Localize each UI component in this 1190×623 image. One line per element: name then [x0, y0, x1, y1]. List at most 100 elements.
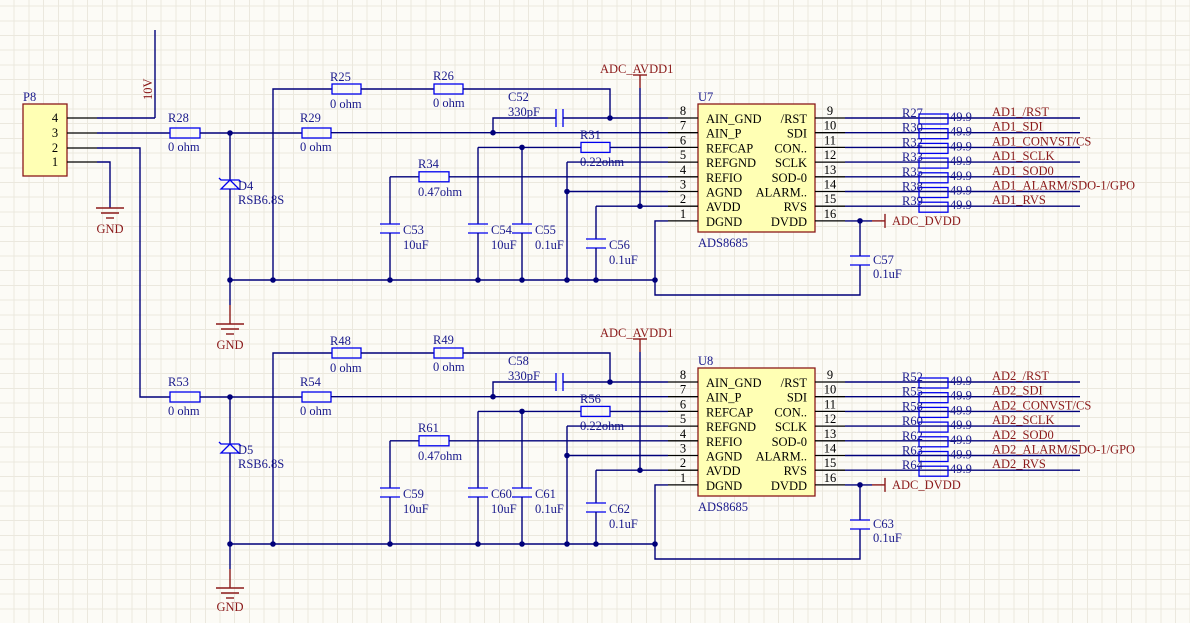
pin-number: 12 — [824, 148, 837, 162]
resistor-ref: R61 — [418, 421, 439, 435]
series-resistor: R27 49.9 AD1_/RST — [845, 105, 1080, 125]
pin-name: REFCAP — [706, 141, 753, 155]
net-label: AD2_RVS — [992, 457, 1046, 471]
resistor-body — [918, 392, 949, 404]
resistor-value: 49.9 — [950, 389, 972, 403]
resistor-value: 0 ohm — [300, 404, 332, 418]
net-label: AD1_/RST — [992, 105, 1049, 119]
pin-number: 16 — [824, 471, 837, 485]
pin-name: REFGND — [706, 156, 756, 170]
capacitor-ref: C56 — [609, 238, 630, 252]
resistor-ref: R63 — [902, 444, 923, 458]
capacitor-value: 0.1uF — [535, 502, 564, 516]
capacitor-ref: C59 — [403, 487, 424, 501]
pin-name: SDI — [787, 127, 807, 141]
resistor-ref: R49 — [433, 333, 454, 347]
resistor-value: 0 ohm — [433, 360, 465, 374]
resistor-body — [918, 113, 949, 125]
adc-channel-1: R28 0 ohm D4RSB6.8S GND R25 0 ohm R26 0 ohm R29 0… — [168, 62, 1135, 352]
junction-dot — [857, 482, 863, 488]
pin-number: 16 — [824, 207, 837, 221]
pin-name: AIN_GND — [706, 112, 762, 126]
pin-name: RVS — [784, 464, 807, 478]
diode-ref: D5 — [238, 443, 253, 457]
net-label: AD1_SCLK — [992, 149, 1055, 163]
net-label-adc-dvdd: ADC_DVDD — [892, 214, 961, 228]
net-label: AD2_ALARM/SDO-1/GPO — [992, 443, 1135, 457]
net-label-10v: 10V — [141, 78, 155, 100]
wire — [492, 117, 556, 133]
resistor-value: 49.9 — [950, 418, 972, 432]
pin-name: AIN_GND — [706, 376, 762, 390]
capacitor-ref: C53 — [403, 223, 424, 237]
pin-number: 10 — [824, 119, 837, 133]
resistor-ref: R27 — [902, 106, 923, 120]
connector-pin-number: 2 — [52, 141, 58, 155]
capacitor-value: 0.1uF — [873, 267, 902, 281]
capacitor-ref: C55 — [535, 223, 556, 237]
pin-number: 12 — [824, 412, 837, 426]
resistor-value: 0 ohm — [330, 361, 362, 375]
pin-name: AIN_P — [706, 391, 741, 405]
resistor-body — [301, 127, 332, 139]
net-label-adc-avdd1: ADC_AVDD1 — [600, 326, 673, 340]
resistor-body — [918, 186, 949, 199]
resistor-value: 0 ohm — [433, 96, 465, 110]
resistor-value: 49.9 — [950, 169, 972, 183]
net-label: AD1_RVS — [992, 193, 1046, 207]
resistor-body — [918, 377, 949, 389]
pin-number: 6 — [680, 133, 686, 147]
resistor-ref: R55 — [902, 385, 923, 399]
chip-part: ADS8685 — [698, 500, 748, 514]
connector-body — [22, 103, 68, 177]
resistor-value: 49.9 — [950, 125, 972, 139]
net-label: AD2_CONVST/CS — [992, 398, 1091, 412]
capacitor-ref: C52 — [508, 90, 529, 104]
pin-number: 11 — [824, 133, 836, 147]
pin-number: 7 — [680, 383, 686, 397]
pin-name: ALARM.. — [756, 186, 807, 200]
chip-ref: U8 — [698, 354, 713, 368]
resistor-ref: R56 — [580, 392, 601, 406]
pin-name: /RST — [781, 376, 808, 390]
resistor-ref: R39 — [902, 194, 923, 208]
resistor-ref: R48 — [330, 334, 351, 348]
resistor-ref: R53 — [168, 375, 189, 389]
net-label: AD1_ALARM/SDO-1/GPO — [992, 179, 1135, 193]
pin-number: 15 — [824, 192, 837, 206]
pin-number: 3 — [680, 442, 686, 456]
pin-number: 2 — [680, 456, 686, 470]
schematic-canvas: P8432110VGNDR280 ohmD4RSB6.8SGNDR250 ohm… — [22, 30, 1135, 614]
resistor-value: 49.9 — [950, 110, 972, 124]
wire — [492, 381, 556, 397]
resistor-value: 49.9 — [950, 154, 972, 168]
resistor-ref: R31 — [580, 128, 601, 142]
resistor-body — [331, 347, 362, 359]
net-label: AD2_/RST — [992, 369, 1049, 383]
pin-number: 1 — [680, 207, 686, 221]
pin-name: AVDD — [706, 464, 741, 478]
resistor-ref: R60 — [902, 414, 923, 428]
chip-ref: U7 — [698, 90, 713, 104]
resistor-body — [580, 141, 611, 154]
adc-chip: U8 ADS8685 8 AIN_GND 9/RST 7 AIN_P 10 SDI 6 REFCAP… — [668, 354, 845, 514]
capacitor-value: 0.1uF — [873, 531, 902, 545]
capacitor-value: 0.1uF — [535, 238, 564, 252]
pin-name: AVDD — [706, 200, 741, 214]
resistor-ref: R58 — [902, 399, 923, 413]
junction-dot — [607, 115, 613, 121]
capacitor-ref: C62 — [609, 502, 630, 516]
pin-name: AIN_P — [706, 127, 741, 141]
chip-part: ADS8685 — [698, 236, 748, 250]
zener-diode-icon — [219, 443, 241, 454]
capacitor-ref: C58 — [508, 354, 529, 368]
resistor-value: 0.47ohm — [418, 185, 462, 199]
connector-pin-number: 4 — [52, 111, 59, 125]
pin-name: AGND — [706, 450, 742, 464]
gnd-label: GND — [216, 338, 243, 352]
pin-number: 7 — [680, 119, 686, 133]
pin-number: 14 — [824, 442, 837, 456]
resistor-value: 49.9 — [950, 139, 972, 153]
pin-name: CON.. — [774, 141, 807, 155]
resistor-value: 0 ohm — [330, 97, 362, 111]
